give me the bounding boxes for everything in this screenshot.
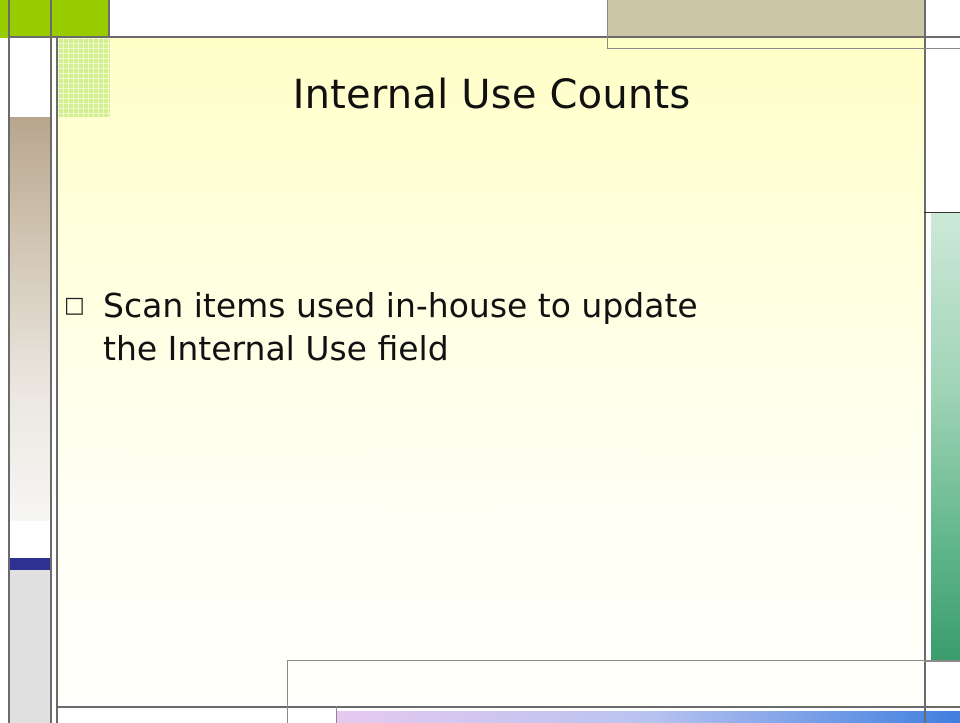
top-frame-line	[8, 36, 960, 38]
bullet-marker-icon: □	[64, 293, 85, 318]
top-right-accent-block	[607, 0, 925, 38]
bottom-box-left-line	[287, 660, 288, 723]
bullet-text-line-1: Scan items used in-house to update	[103, 286, 698, 325]
top-green-divider	[108, 0, 110, 38]
left-outer-frame-line	[8, 0, 10, 723]
top-left-accent-block	[0, 0, 110, 38]
slide-title: Internal Use Counts	[292, 72, 691, 118]
left-inner-frame-line	[50, 0, 52, 723]
bottom-gradient-strip	[336, 711, 960, 723]
right-strip-top-line	[924, 212, 960, 213]
bullet-list: □ Scan items used in-house to update the…	[62, 284, 902, 370]
top-right-thin-vertical	[607, 0, 608, 49]
left-blue-bar	[8, 558, 50, 570]
bottom-box-top-line	[287, 660, 960, 661]
content-panel	[58, 38, 925, 708]
top-right-thin-line	[607, 48, 960, 49]
bottom-frame-line	[56, 706, 960, 708]
left-grey-block	[8, 570, 50, 723]
right-gradient-strip	[931, 213, 960, 661]
bullet-text-line-2: the Internal Use field	[103, 329, 449, 368]
bullet-item: □ Scan items used in-house to update the…	[62, 284, 902, 370]
panel-left-frame-line	[56, 36, 58, 723]
left-gradient-strip	[8, 117, 50, 521]
bottom-strip-divider	[336, 706, 337, 723]
right-strip-bottom-line	[924, 661, 960, 662]
slide: Internal Use Counts □ Scan items used in…	[0, 0, 960, 723]
